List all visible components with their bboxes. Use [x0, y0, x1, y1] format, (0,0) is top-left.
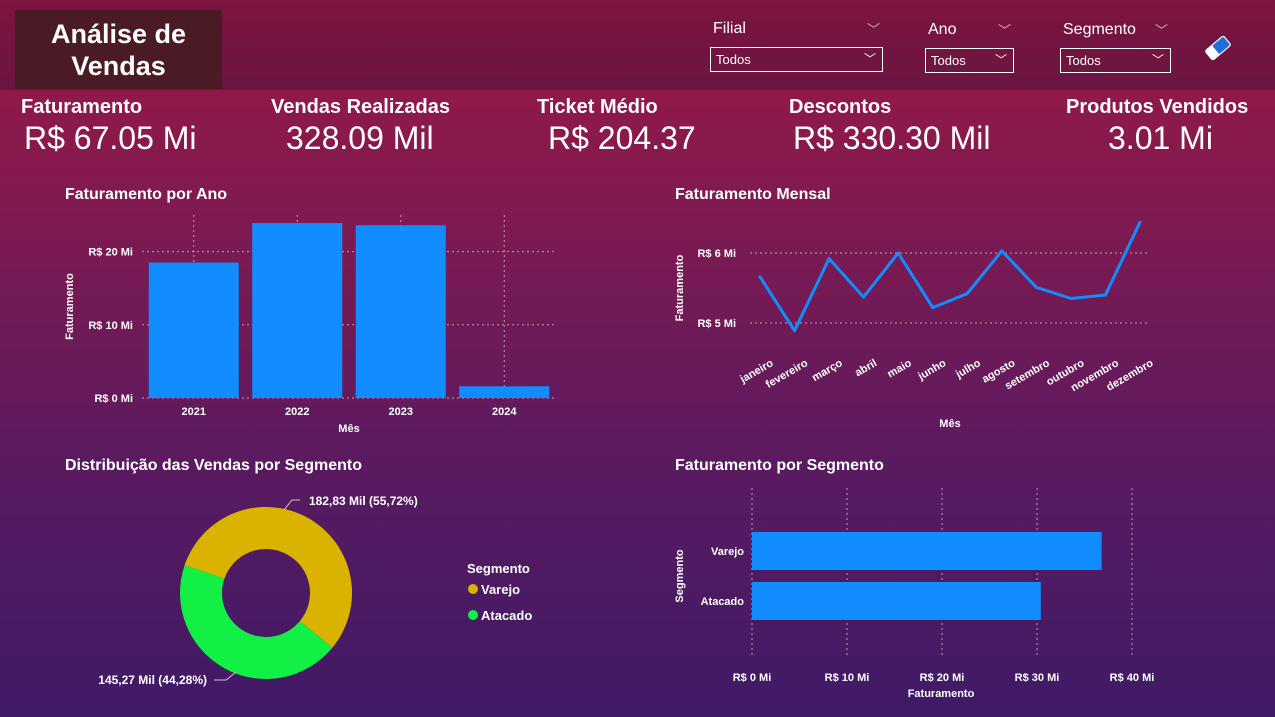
- y-tick-label: R$ 20 Mi: [88, 247, 133, 259]
- kpi-vendas-label: Vendas Realizadas: [271, 96, 450, 118]
- leader-line: [214, 671, 237, 681]
- chevron-down-icon[interactable]: ﹀: [867, 19, 880, 38]
- chart-title-distribuicao: Distribuição das Vendas por Segmento: [65, 457, 362, 474]
- leader-line: [283, 499, 300, 511]
- kpi-faturamento-label: Faturamento: [21, 96, 143, 118]
- data-label: 182,83 Mil (55,72%): [309, 494, 418, 508]
- distribuicao-segmento-chart: 182,83 Mil (55,72%) 145,27 Mil (44,28%) Se…: [98, 494, 532, 687]
- x-axis-title: Faturamento: [908, 688, 975, 700]
- x-tick-label: R$ 30 Mi: [1015, 672, 1060, 684]
- x-tick-label: março: [810, 357, 845, 384]
- data-point: [931, 306, 935, 310]
- data-label: 145,27 Mil (44,28%): [98, 673, 207, 687]
- data-point: [896, 251, 900, 255]
- segmento-dropdown[interactable]: Todos ﹀: [1060, 48, 1171, 73]
- y-tick-label: Varejo: [711, 546, 744, 558]
- x-tick-label: 2022: [285, 406, 309, 418]
- y-tick-label: R$ 6 Mi: [697, 248, 736, 260]
- y-tick-label: Atacado: [701, 596, 745, 608]
- bar-2021: [148, 262, 239, 398]
- series-line: [758, 221, 1142, 333]
- eraser-icon[interactable]: [1203, 33, 1233, 63]
- bar-2024: [459, 386, 550, 398]
- data-point: [1000, 249, 1004, 253]
- kpi-descontos-label: Descontos: [789, 96, 892, 118]
- data-point: [758, 275, 762, 279]
- legend-marker-varejo: [468, 584, 478, 594]
- chevron-down-icon: ﹀: [994, 53, 1007, 67]
- y-tick-label: R$ 10 Mi: [88, 320, 133, 332]
- ano-dropdown[interactable]: Todos ﹀: [925, 48, 1014, 73]
- kpi-ticket-label: Ticket Médio: [537, 96, 658, 118]
- kpi-faturamento-value: R$ 67.05 Mi: [24, 120, 197, 156]
- legend-label: Atacado: [481, 608, 532, 623]
- x-tick-label: R$ 0 Mi: [733, 672, 772, 684]
- y-axis-title: Faturamento: [64, 273, 76, 340]
- x-tick-label: 2023: [389, 406, 413, 418]
- data-point: [1069, 297, 1073, 300]
- chevron-down-icon[interactable]: ﹀: [1155, 20, 1168, 39]
- data-point: [965, 292, 969, 296]
- bar-2023: [355, 225, 446, 398]
- data-point: [1138, 220, 1142, 224]
- x-tick-label: R$ 20 Mi: [920, 672, 965, 684]
- x-tick-label: maio: [885, 357, 913, 380]
- chevron-down-icon: ﹀: [1151, 53, 1164, 67]
- data-point: [793, 329, 797, 333]
- kpi-produtos-value: 3.01 Mi: [1108, 120, 1213, 156]
- data-point: [862, 295, 866, 299]
- filter-label-filial: Filial: [713, 20, 746, 37]
- chevron-down-icon: ﹀: [863, 52, 876, 66]
- legend-title: Segmento: [467, 561, 530, 576]
- bar-atacado: [752, 582, 1041, 620]
- x-tick-label: 2021: [182, 406, 206, 418]
- bar-2022: [252, 223, 343, 398]
- x-tick-label: abril: [853, 357, 879, 379]
- kpi-produtos-label: Produtos Vendidos: [1066, 96, 1249, 118]
- filter-label-segmento: Segmento: [1063, 21, 1136, 38]
- x-tick-label: junho: [915, 357, 948, 383]
- y-tick-label: R$ 0 Mi: [94, 393, 133, 405]
- ano-dropdown-value: Todos: [931, 53, 966, 68]
- faturamento-ano-chart: R$ 0 Mi R$ 10 Mi R$ 20 Mi 2021 2022 2023 2024 M…: [64, 215, 556, 435]
- chevron-down-icon[interactable]: ﹀: [998, 20, 1011, 39]
- x-tick-label: 2024: [492, 406, 517, 418]
- y-axis-title: Faturamento: [674, 254, 686, 321]
- chart-title-faturamento-segmento: Faturamento por Segmento: [675, 457, 884, 474]
- kpi-descontos-value: R$ 330.30 Mil: [793, 120, 991, 156]
- data-point: [1103, 293, 1107, 297]
- data-point: [1034, 285, 1038, 289]
- x-axis-title: Mês: [939, 418, 960, 430]
- filial-dropdown[interactable]: Todos ﹀: [710, 47, 883, 72]
- faturamento-mensal-chart: R$ 5 MiR$ 6 Mijaneirofevereiro março abril…: [674, 220, 1156, 430]
- data-point: [827, 257, 831, 261]
- x-tick-label: julho: [953, 357, 983, 381]
- bar-varejo: [752, 532, 1102, 570]
- y-tick-label: R$ 5 Mi: [697, 318, 736, 330]
- dashboard-title: Análise de Vendas: [50, 18, 187, 81]
- y-axis-title: Segmento: [674, 549, 686, 602]
- chart-title-faturamento-ano: Faturamento por Ano: [65, 186, 228, 203]
- segmento-dropdown-value: Todos: [1066, 53, 1101, 68]
- kpi-vendas-value: 328.09 Mil: [286, 120, 434, 156]
- dashboard-title-box: Análise de Vendas: [15, 10, 222, 89]
- filial-dropdown-value: Todos: [716, 52, 751, 67]
- filter-label-ano: Ano: [928, 21, 957, 38]
- x-tick-label: R$ 10 Mi: [825, 672, 870, 684]
- faturamento-segmento-chart: R$ 0 Mi R$ 10 Mi R$ 20 Mi R$ 30 Mi R$ 40 Mi V…: [674, 488, 1155, 700]
- x-tick-label: R$ 40 Mi: [1110, 672, 1155, 684]
- legend-marker-atacado: [468, 610, 478, 620]
- chart-title-faturamento-mensal: Faturamento Mensal: [675, 186, 831, 203]
- kpi-ticket-value: R$ 204.37: [548, 120, 696, 156]
- x-axis-title: Mês: [338, 423, 359, 435]
- legend-label: Varejo: [481, 582, 520, 597]
